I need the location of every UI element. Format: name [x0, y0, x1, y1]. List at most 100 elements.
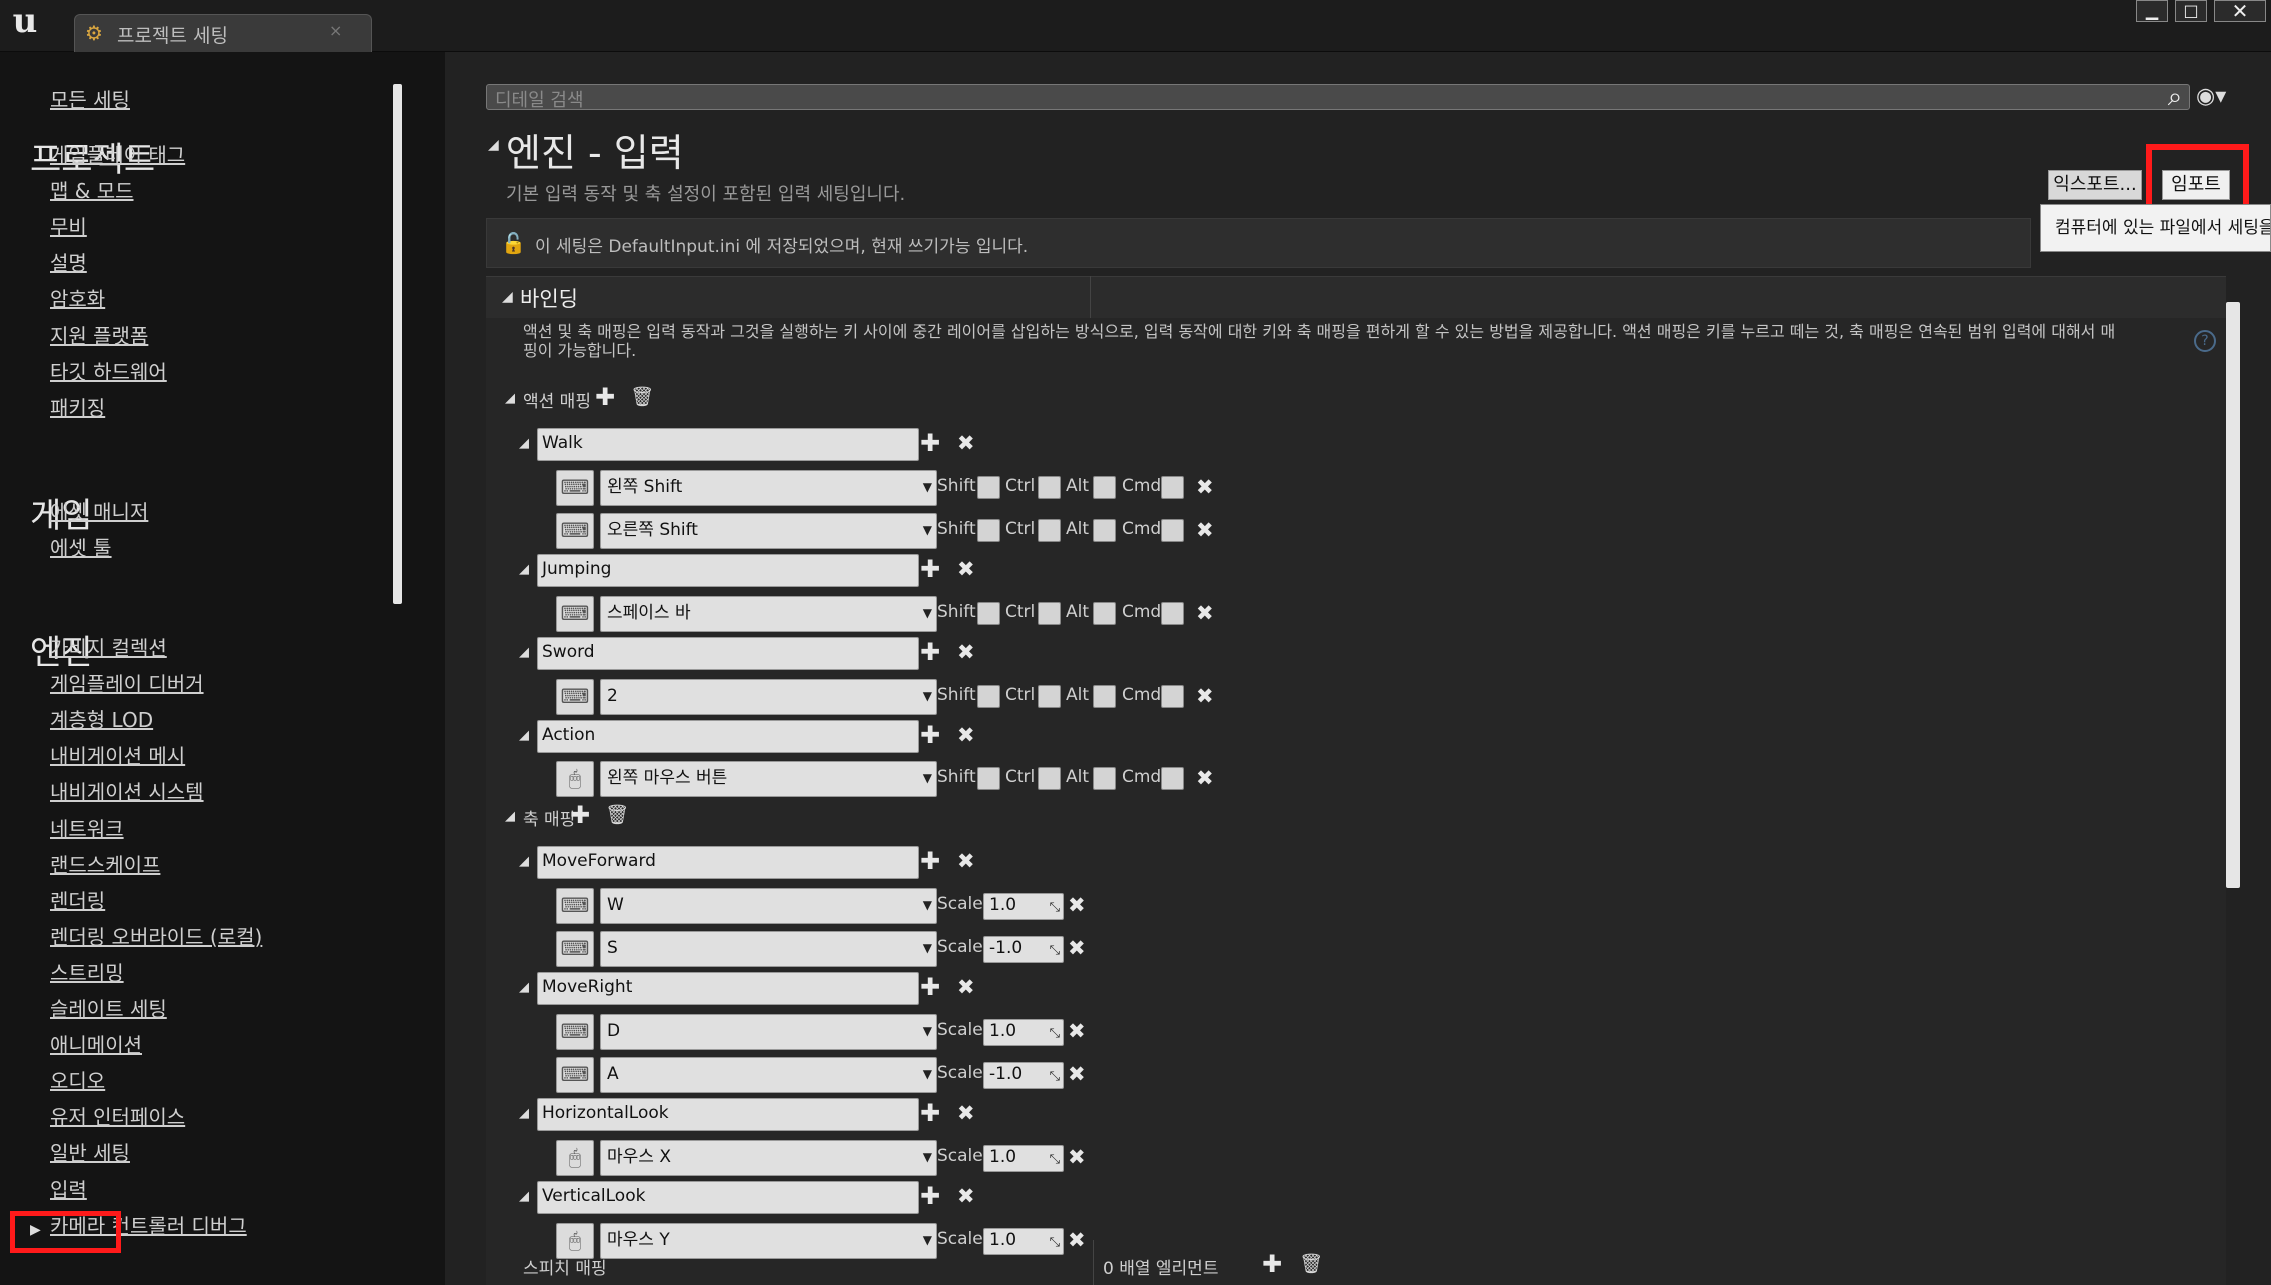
modifier-checkbox-cmd[interactable] — [1161, 685, 1184, 708]
remove-mapping-icon[interactable]: ✖ — [957, 976, 975, 998]
remove-key-icon[interactable]: ✖ — [1196, 685, 1214, 707]
view-options-eye-icon[interactable]: ◉▾ — [2196, 84, 2236, 110]
modifier-checkbox-shift[interactable] — [977, 767, 1000, 790]
spin-arrows-icon[interactable]: ⤡ — [1050, 1065, 1060, 1088]
maximize-button[interactable]: □ — [2175, 0, 2207, 22]
nav-item[interactable]: 설명 — [50, 247, 87, 276]
mapping-name-field[interactable]: Sword — [537, 637, 919, 670]
remove-key-icon[interactable]: ✖ — [1196, 767, 1214, 789]
key-select[interactable]: 2 ▼ — [600, 679, 937, 715]
modifier-checkbox-cmd[interactable] — [1161, 519, 1184, 542]
scale-input[interactable]: 1.0 ⤡ — [983, 893, 1064, 920]
modifier-checkbox-alt[interactable] — [1093, 767, 1116, 790]
collapse-arrow-icon[interactable]: ◢ — [519, 645, 529, 660]
keyboard-icon[interactable]: ⌨ — [556, 513, 594, 549]
nav-item[interactable]: 입력 — [50, 1174, 87, 1203]
mouse-icon[interactable]: 🖱 — [556, 761, 594, 797]
nav-item[interactable]: 가비지 컬렉션 — [50, 632, 167, 661]
scale-input[interactable]: 1.0 ⤡ — [983, 1019, 1064, 1046]
add-key-icon[interactable]: ✚ — [920, 723, 940, 747]
key-select[interactable]: D ▼ — [600, 1014, 937, 1050]
mapping-name-field[interactable]: Action — [537, 720, 919, 753]
remove-mapping-icon[interactable]: ✖ — [957, 558, 975, 580]
add-action-mapping-icon[interactable]: ✚ — [595, 385, 615, 409]
modifier-checkbox-alt[interactable] — [1093, 519, 1116, 542]
remove-key-icon[interactable]: ✖ — [1196, 519, 1214, 541]
add-axis-mapping-icon[interactable]: ✚ — [570, 803, 590, 827]
key-select[interactable]: 왼쪽 Shift ▼ — [600, 470, 937, 506]
nav-item[interactable]: 에셋 매니저 — [50, 496, 148, 525]
keyboard-icon[interactable]: ⌨ — [556, 888, 594, 924]
remove-key-icon[interactable]: ✖ — [1196, 602, 1214, 624]
key-select[interactable]: 마우스 X ▼ — [600, 1140, 937, 1176]
nav-item[interactable]: 랜드스케이프 — [50, 849, 160, 878]
spin-arrows-icon[interactable]: ⤡ — [1050, 939, 1060, 962]
spin-arrows-icon[interactable]: ⤡ — [1050, 1148, 1060, 1171]
nav-item[interactable]: 타깃 하드웨어 — [50, 356, 167, 385]
nav-item[interactable]: 네트워크 — [50, 813, 124, 842]
modifier-checkbox-ctrl[interactable] — [1038, 602, 1061, 625]
modifier-checkbox-cmd[interactable] — [1161, 476, 1184, 499]
add-key-icon[interactable]: ✚ — [920, 640, 940, 664]
remove-mapping-icon[interactable]: ✖ — [957, 641, 975, 663]
nav-item[interactable]: 내비게이션 시스템 — [50, 776, 204, 805]
remove-key-icon[interactable]: ✖ — [1068, 1146, 1086, 1168]
nav-item[interactable]: 무비 — [50, 211, 87, 240]
nav-item[interactable]: 유저 인터페이스 — [50, 1101, 185, 1130]
collapse-arrow-icon[interactable]: ◢ — [519, 854, 529, 869]
mapping-name-field[interactable]: Jumping — [537, 554, 919, 587]
modifier-checkbox-shift[interactable] — [977, 602, 1000, 625]
modifier-checkbox-ctrl[interactable] — [1038, 767, 1061, 790]
collapse-arrow-icon[interactable]: ◢ — [519, 436, 529, 451]
add-key-icon[interactable]: ✚ — [920, 1101, 940, 1125]
modifier-checkbox-shift[interactable] — [977, 685, 1000, 708]
nav-item-all-settings[interactable]: 모든 세팅 — [50, 84, 130, 113]
detail-search-input[interactable]: 디테일 검색 — [486, 84, 2190, 111]
nav-item[interactable]: 에셋 툴 — [50, 532, 112, 561]
add-key-icon[interactable]: ✚ — [920, 1184, 940, 1208]
remove-mapping-icon[interactable]: ✖ — [957, 432, 975, 454]
keyboard-icon[interactable]: ⌨ — [556, 470, 594, 506]
key-select[interactable]: 마우스 Y ▼ — [600, 1223, 937, 1259]
nav-item[interactable]: 맵 & 모드 — [50, 175, 134, 204]
mapping-name-field[interactable]: VerticalLook — [537, 1181, 919, 1214]
modifier-checkbox-shift[interactable] — [977, 519, 1000, 542]
close-window-button[interactable]: ✕ — [2214, 0, 2266, 22]
nav-item[interactable]: 암호화 — [50, 283, 105, 312]
collapse-arrow-icon[interactable]: ◢ — [519, 1189, 529, 1204]
remove-mapping-icon[interactable]: ✖ — [957, 850, 975, 872]
trash-icon[interactable]: 🗑 — [630, 386, 654, 408]
key-select[interactable]: W ▼ — [600, 888, 937, 924]
key-select[interactable]: 오른쪽 Shift ▼ — [600, 513, 937, 549]
trash-icon[interactable]: 🗑 — [605, 804, 629, 826]
remove-mapping-icon[interactable]: ✖ — [957, 724, 975, 746]
scale-input[interactable]: 1.0 ⤡ — [983, 1228, 1064, 1255]
nav-item[interactable]: 계층형 LOD — [50, 704, 153, 733]
modifier-checkbox-cmd[interactable] — [1161, 602, 1184, 625]
mouse-icon[interactable]: 🖱 — [556, 1140, 594, 1176]
key-select[interactable]: 스페이스 바 ▼ — [600, 596, 937, 632]
nav-item[interactable]: 스트리밍 — [50, 957, 124, 986]
key-select[interactable]: A ▼ — [600, 1057, 937, 1093]
nav-item[interactable]: 게임플레이 디버거 — [50, 668, 204, 697]
nav-item[interactable]: 슬레이트 세팅 — [50, 993, 167, 1022]
modifier-checkbox-ctrl[interactable] — [1038, 476, 1061, 499]
spin-arrows-icon[interactable]: ⤡ — [1050, 1022, 1060, 1045]
nav-item[interactable]: 패키징 — [50, 392, 105, 421]
modifier-checkbox-shift[interactable] — [977, 476, 1000, 499]
export-button[interactable]: 익스포트... — [2048, 170, 2142, 200]
key-select[interactable]: S ▼ — [600, 931, 937, 967]
nav-item[interactable]: 렌더링 오버라이드 (로컬) — [50, 921, 262, 950]
add-speech-mapping-icon[interactable]: ✚ — [1262, 1252, 1282, 1276]
bindings-header[interactable]: ◢ 바인딩 — [486, 276, 2226, 318]
collapse-arrow-icon[interactable]: ◢ — [505, 391, 515, 406]
collapse-arrow-icon[interactable]: ◢ — [519, 562, 529, 577]
nav-item[interactable]: 지원 플랫폼 — [50, 320, 148, 349]
mapping-name-field[interactable]: HorizontalLook — [537, 1098, 919, 1131]
add-key-icon[interactable]: ✚ — [920, 557, 940, 581]
remove-mapping-icon[interactable]: ✖ — [957, 1102, 975, 1124]
collapse-arrow-icon[interactable]: ◢ — [519, 728, 529, 743]
add-key-icon[interactable]: ✚ — [920, 431, 940, 455]
collapse-arrow-icon[interactable]: ◢ — [519, 1106, 529, 1121]
remove-key-icon[interactable]: ✖ — [1068, 937, 1086, 959]
